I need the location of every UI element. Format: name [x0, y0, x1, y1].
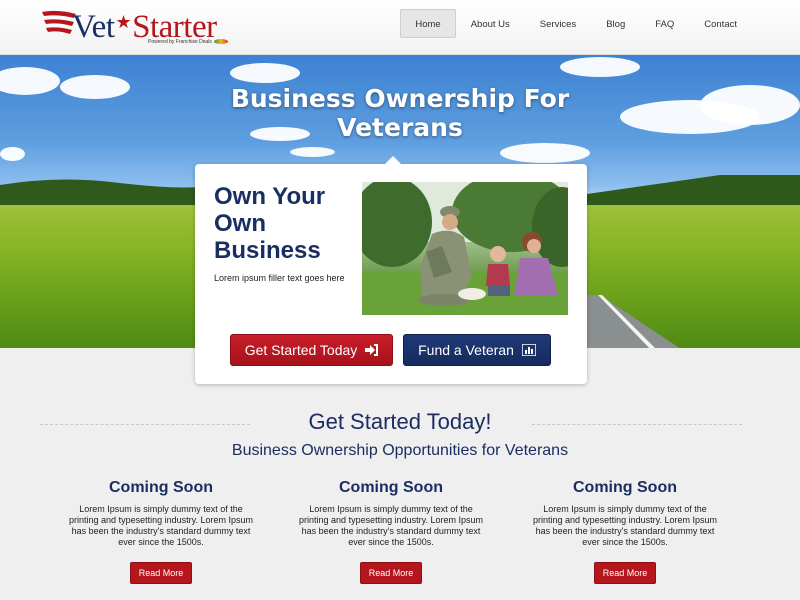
flag-stripes-icon	[42, 10, 76, 34]
nav-home[interactable]: Home	[400, 9, 456, 38]
site-header: Vet★Starter Powered by Franchise Deals H…	[0, 0, 800, 55]
cloud-decoration	[230, 63, 300, 83]
cloud-decoration	[500, 143, 590, 163]
column-title: Coming Soon	[109, 479, 213, 496]
column-text: Lorem Ipsum is simply dummy text of the …	[533, 504, 717, 547]
section-title: Get Started Today!	[308, 409, 492, 434]
get-started-label: Get Started Today	[244, 342, 358, 358]
get-started-button[interactable]: Get Started Today	[230, 334, 393, 366]
opportunity-column: Coming Soon Lorem Ipsum is simply dummy …	[66, 478, 256, 584]
column-text: Lorem Ipsum is simply dummy text of the …	[69, 504, 253, 547]
star-icon: ★	[115, 12, 132, 32]
cloud-decoration	[560, 57, 640, 77]
main-nav: Home About Us Services Blog FAQ Contact	[400, 9, 752, 38]
sign-in-icon	[365, 344, 379, 356]
fund-a-veteran-label: Fund a Veteran	[418, 342, 514, 358]
opportunity-column: Coming Soon Lorem Ipsum is simply dummy …	[296, 478, 486, 584]
fund-a-veteran-button[interactable]: Fund a Veteran	[403, 334, 551, 366]
hero-title-line1: Business Ownership For	[230, 84, 570, 113]
read-more-button[interactable]: Read More	[130, 562, 192, 584]
cloud-decoration	[0, 147, 25, 161]
nav-contact[interactable]: Contact	[689, 9, 752, 38]
logo-text-vet: Vet	[72, 9, 115, 45]
card-text: Lorem ipsum filler text goes here	[214, 273, 345, 283]
column-title: Coming Soon	[573, 479, 677, 496]
read-more-button[interactable]: Read More	[360, 562, 422, 584]
vetstarter-logo[interactable]: Vet★Starter Powered by Franchise Deals	[42, 4, 232, 50]
bar-chart-icon	[521, 344, 536, 356]
nav-about-us[interactable]: About Us	[456, 9, 525, 38]
column-title: Coming Soon	[339, 479, 443, 496]
nav-services[interactable]: Services	[525, 9, 591, 38]
logo-tagline: Powered by Franchise Deals	[148, 39, 228, 45]
card-heading: Own Your Own Business	[214, 183, 326, 264]
cloud-decoration	[290, 147, 335, 157]
nav-blog[interactable]: Blog	[591, 9, 640, 38]
column-text: Lorem Ipsum is simply dummy text of the …	[299, 504, 483, 547]
swoosh-icon	[213, 39, 228, 44]
opportunity-column: Coming Soon Lorem Ipsum is simply dummy …	[530, 478, 720, 584]
photo-illustration	[362, 182, 568, 315]
logo-tagline-text: Powered by Franchise Deals	[148, 39, 212, 45]
hero-title: Business Ownership For Veterans	[0, 84, 800, 142]
nav-faq[interactable]: FAQ	[640, 9, 689, 38]
section-subtitle: Business Ownership Opportunities for Vet…	[231, 442, 569, 459]
hero-title-line2: Veterans	[337, 113, 463, 142]
veteran-family-photo	[362, 182, 568, 315]
feature-card: Own Your Own Business Lorem ipsum filler…	[195, 156, 587, 384]
read-more-button[interactable]: Read More	[594, 562, 656, 584]
card-notch	[385, 156, 401, 164]
